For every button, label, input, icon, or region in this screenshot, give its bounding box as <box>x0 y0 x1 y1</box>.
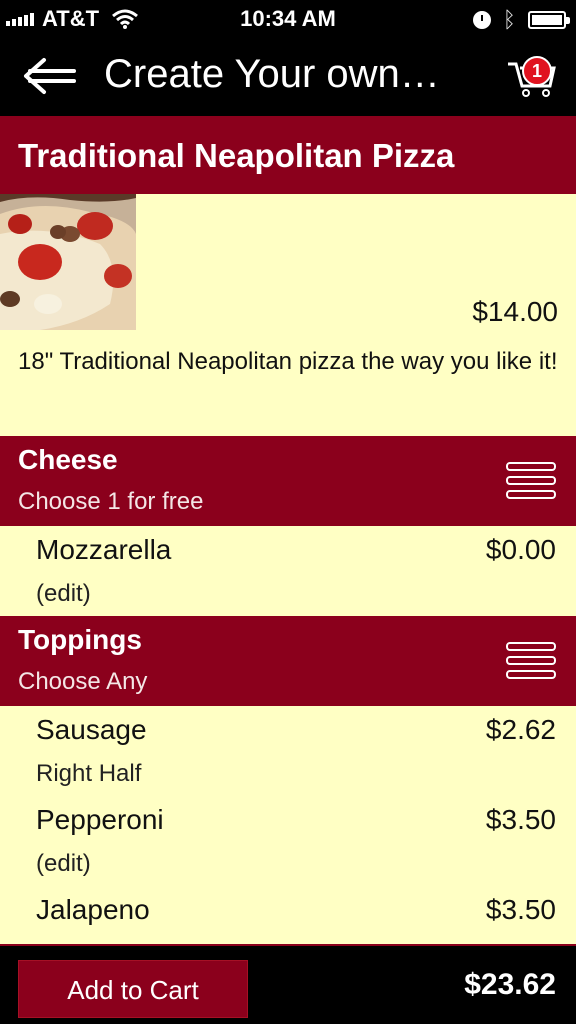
section-title: Toppings <box>18 624 142 655</box>
option-name: Mozzarella <box>36 534 172 565</box>
edit-link[interactable]: (edit) <box>36 850 91 878</box>
section-subtitle: Choose Any <box>18 668 148 695</box>
bluetooth-icon: ᛒ <box>502 7 516 32</box>
bottom-bar: Add to Cart $23.62 <box>0 944 576 1024</box>
option-price: $0.00 <box>485 534 556 565</box>
menu-icon[interactable] <box>506 462 556 502</box>
back-arrow-icon[interactable] <box>22 54 78 98</box>
option-sausage[interactable]: Sausage Right Half $2.62 <box>0 706 576 796</box>
option-name: Sausage <box>36 714 147 745</box>
section-header-cheese[interactable]: Cheese Choose 1 for free <box>0 436 576 526</box>
option-price: $2.62 <box>485 714 556 745</box>
section-header-toppings[interactable]: Toppings Choose Any <box>0 616 576 706</box>
section-title: Cheese <box>18 444 118 475</box>
option-jalapeno[interactable]: Jalapeno $3.50 <box>0 886 576 944</box>
menu-icon[interactable] <box>506 642 556 682</box>
product-description: 18" Traditional Neapolitan pizza the way… <box>18 348 558 375</box>
pizza-image <box>0 194 136 330</box>
nav-bar: Create Your own… 1 <box>0 36 576 116</box>
order-total: $23.62 <box>464 968 556 1001</box>
option-name: Pepperoni <box>36 804 164 835</box>
option-price: $3.50 <box>485 894 556 925</box>
product-price: $14.00 <box>472 296 558 327</box>
cart-button[interactable]: 1 <box>506 52 558 100</box>
edit-link[interactable]: (edit) <box>36 580 91 608</box>
option-name: Jalapeno <box>36 894 150 925</box>
cart-count-badge: 1 <box>522 56 552 86</box>
battery-icon <box>528 11 570 29</box>
add-to-cart-button[interactable]: Add to Cart <box>18 960 248 1018</box>
status-right: ᛒ <box>472 7 570 33</box>
main-content: Traditional Neapolitan Pizza $14.00 18" … <box>0 116 576 944</box>
product-info: $14.00 18" Traditional Neapolitan pizza … <box>0 194 576 436</box>
alarm-icon <box>472 11 491 29</box>
section-subtitle: Choose 1 for free <box>18 488 204 515</box>
product-name: Traditional Neapolitan Pizza <box>0 116 576 194</box>
option-mozzarella[interactable]: Mozzarella (edit) $0.00 <box>0 526 576 616</box>
status-bar: AT&T 10:34 AM ᛒ <box>0 0 576 36</box>
option-pepperoni[interactable]: Pepperoni (edit) $3.50 <box>0 796 576 886</box>
option-placement: Right Half <box>36 760 142 787</box>
page-title: Create Your own… <box>104 52 440 96</box>
option-price: $3.50 <box>485 804 556 835</box>
